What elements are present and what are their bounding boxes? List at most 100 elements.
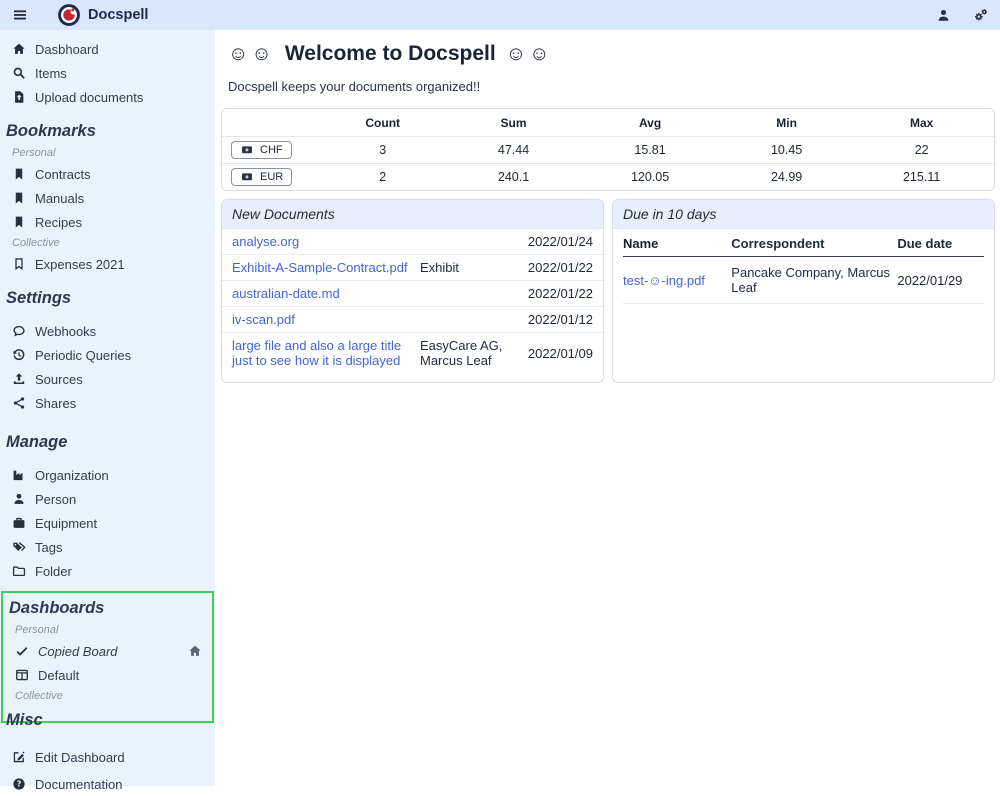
- sidebar-item-label: Equipment: [35, 516, 97, 531]
- document-date: 2022/01/22: [518, 255, 603, 281]
- sidebar-item-label: Edit Dashboard: [35, 750, 125, 765]
- edit-icon: [12, 750, 26, 764]
- subsection-personal: Personal: [0, 144, 215, 162]
- sidebar: Dasbhoard Items Upload documents Bookmar…: [0, 30, 215, 786]
- stats-header-row: Count Sum Avg Min Max: [222, 109, 994, 137]
- document-link[interactable]: large file and also a large title just t…: [232, 338, 401, 368]
- home-default-icon: [188, 644, 202, 658]
- due-panel: Due in 10 days Name Correspondent Due da…: [612, 199, 995, 383]
- sidebar-item-label: Expenses 2021: [35, 257, 125, 272]
- due-header-correspondent: Correspondent: [731, 229, 897, 257]
- money-bill-icon: [240, 172, 254, 183]
- smiley-emoji: ☺☺: [506, 43, 553, 66]
- document-link[interactable]: analyse.org: [232, 234, 299, 249]
- sidebar-item-expenses-2021[interactable]: Expenses 2021: [0, 252, 215, 276]
- bookmark-icon: [12, 215, 26, 229]
- due-header-due-date: Due date: [897, 229, 984, 257]
- currency-label: EUR: [260, 171, 283, 183]
- docspell-logo-icon[interactable]: [58, 4, 80, 26]
- sidebar-item-edit-dashboard[interactable]: Edit Dashboard: [0, 745, 215, 769]
- sidebar-item-default-board[interactable]: Default: [3, 663, 212, 687]
- briefcase-icon: [12, 516, 26, 530]
- sidebar-item-copied-board[interactable]: Copied Board: [3, 639, 212, 663]
- sidebar-item-periodic-queries[interactable]: Periodic Queries: [0, 343, 215, 367]
- sidebar-item-label: Upload documents: [35, 90, 143, 105]
- share-icon: [12, 396, 26, 410]
- document-extra: [420, 307, 518, 333]
- industry-icon: [12, 468, 26, 482]
- section-title-misc: Misc: [0, 707, 215, 733]
- folder-icon: [12, 564, 26, 578]
- due-date: 2022/01/29: [897, 257, 984, 304]
- sidebar-item-webhooks[interactable]: Webhooks: [0, 319, 215, 343]
- sidebar-item-label: Documentation: [35, 777, 122, 792]
- due-panel-title: Due in 10 days: [613, 200, 994, 229]
- sidebar-item-label: Default: [38, 668, 79, 683]
- document-link[interactable]: iv-scan.pdf: [232, 312, 295, 327]
- document-date: 2022/01/09: [518, 333, 603, 374]
- stats-header-empty: [222, 109, 315, 137]
- sidebar-item-label: Periodic Queries: [35, 348, 131, 363]
- sidebar-item-upload-documents[interactable]: Upload documents: [0, 85, 215, 109]
- section-title-settings: Settings: [0, 285, 215, 311]
- stats-header-min: Min: [724, 109, 849, 137]
- stat-min: 10.45: [724, 137, 849, 164]
- sidebar-item-label: Tags: [35, 540, 62, 555]
- check-icon: [15, 644, 29, 658]
- stat-sum: 240.1: [451, 164, 576, 191]
- sidebar-item-label: Shares: [35, 396, 76, 411]
- smiley-emoji: ☺☺: [228, 43, 275, 66]
- document-link[interactable]: australian-date.md: [232, 286, 340, 301]
- sidebar-item-folder[interactable]: Folder: [0, 559, 215, 583]
- dashboards-highlight-box: Dashboards Personal Copied Board Default…: [1, 591, 214, 723]
- document-row: australian-date.md 2022/01/22: [222, 281, 603, 307]
- sidebar-item-person[interactable]: Person: [0, 487, 215, 511]
- sidebar-item-label: Items: [35, 66, 67, 81]
- sidebar-item-manuals[interactable]: Manuals: [0, 186, 215, 210]
- due-table: Name Correspondent Due date test-☺-ing.p…: [623, 229, 984, 304]
- sidebar-item-contracts[interactable]: Contracts: [0, 162, 215, 186]
- document-date: 2022/01/22: [518, 281, 603, 307]
- new-documents-panel: New Documents analyse.org 2022/01/24 Exh…: [221, 199, 604, 383]
- sidebar-item-sources[interactable]: Sources: [0, 367, 215, 391]
- document-row: large file and also a large title just t…: [222, 333, 603, 374]
- document-link[interactable]: test-☺-ing.pdf: [623, 273, 705, 288]
- page-title: ☺☺ Welcome to Docspell ☺☺: [228, 42, 995, 66]
- settings-cogs-icon[interactable]: [973, 8, 988, 23]
- document-extra: [420, 229, 518, 255]
- currency-label: CHF: [260, 144, 283, 156]
- sidebar-item-shares[interactable]: Shares: [0, 391, 215, 415]
- document-extra: Exhibit: [420, 255, 518, 281]
- sidebar-item-dashboard[interactable]: Dasbhoard: [0, 37, 215, 61]
- sidebar-item-label: Manuals: [35, 191, 84, 206]
- sidebar-item-tags[interactable]: Tags: [0, 535, 215, 559]
- document-link[interactable]: Exhibit-A-Sample-Contract.pdf: [232, 260, 408, 275]
- stats-header-sum: Sum: [451, 109, 576, 137]
- due-header-row: Name Correspondent Due date: [623, 229, 984, 257]
- columns-icon: [15, 668, 29, 682]
- bookmark-icon: [12, 191, 26, 205]
- stats-row-chf: CHF 3 47.44 15.81 10.45 22: [222, 137, 994, 164]
- stat-count: 2: [315, 164, 451, 191]
- user-account-icon[interactable]: [936, 8, 951, 23]
- sidebar-item-recipes[interactable]: Recipes: [0, 210, 215, 234]
- currency-chip-chf[interactable]: CHF: [231, 141, 292, 159]
- menu-toggle-icon[interactable]: [12, 7, 28, 23]
- sidebar-item-label: Sources: [35, 372, 83, 387]
- document-date: 2022/01/12: [518, 307, 603, 333]
- sidebar-item-items[interactable]: Items: [0, 61, 215, 85]
- sidebar-item-label: Folder: [35, 564, 72, 579]
- home-icon: [12, 42, 26, 56]
- sidebar-item-documentation[interactable]: ? Documentation: [0, 772, 215, 796]
- page-title-text: Welcome to Docspell: [285, 42, 496, 66]
- question-circle-icon: ?: [12, 777, 26, 791]
- subsection-collective: Collective: [0, 234, 215, 252]
- currency-chip-eur[interactable]: EUR: [231, 168, 292, 186]
- sidebar-item-organization[interactable]: Organization: [0, 463, 215, 487]
- sidebar-item-label: Webhooks: [35, 324, 96, 339]
- sidebar-item-equipment[interactable]: Equipment: [0, 511, 215, 535]
- section-title-dashboards: Dashboards: [3, 595, 212, 621]
- search-icon: [12, 66, 26, 80]
- sidebar-item-label: Dasbhoard: [35, 42, 99, 57]
- file-upload-icon: [12, 90, 26, 104]
